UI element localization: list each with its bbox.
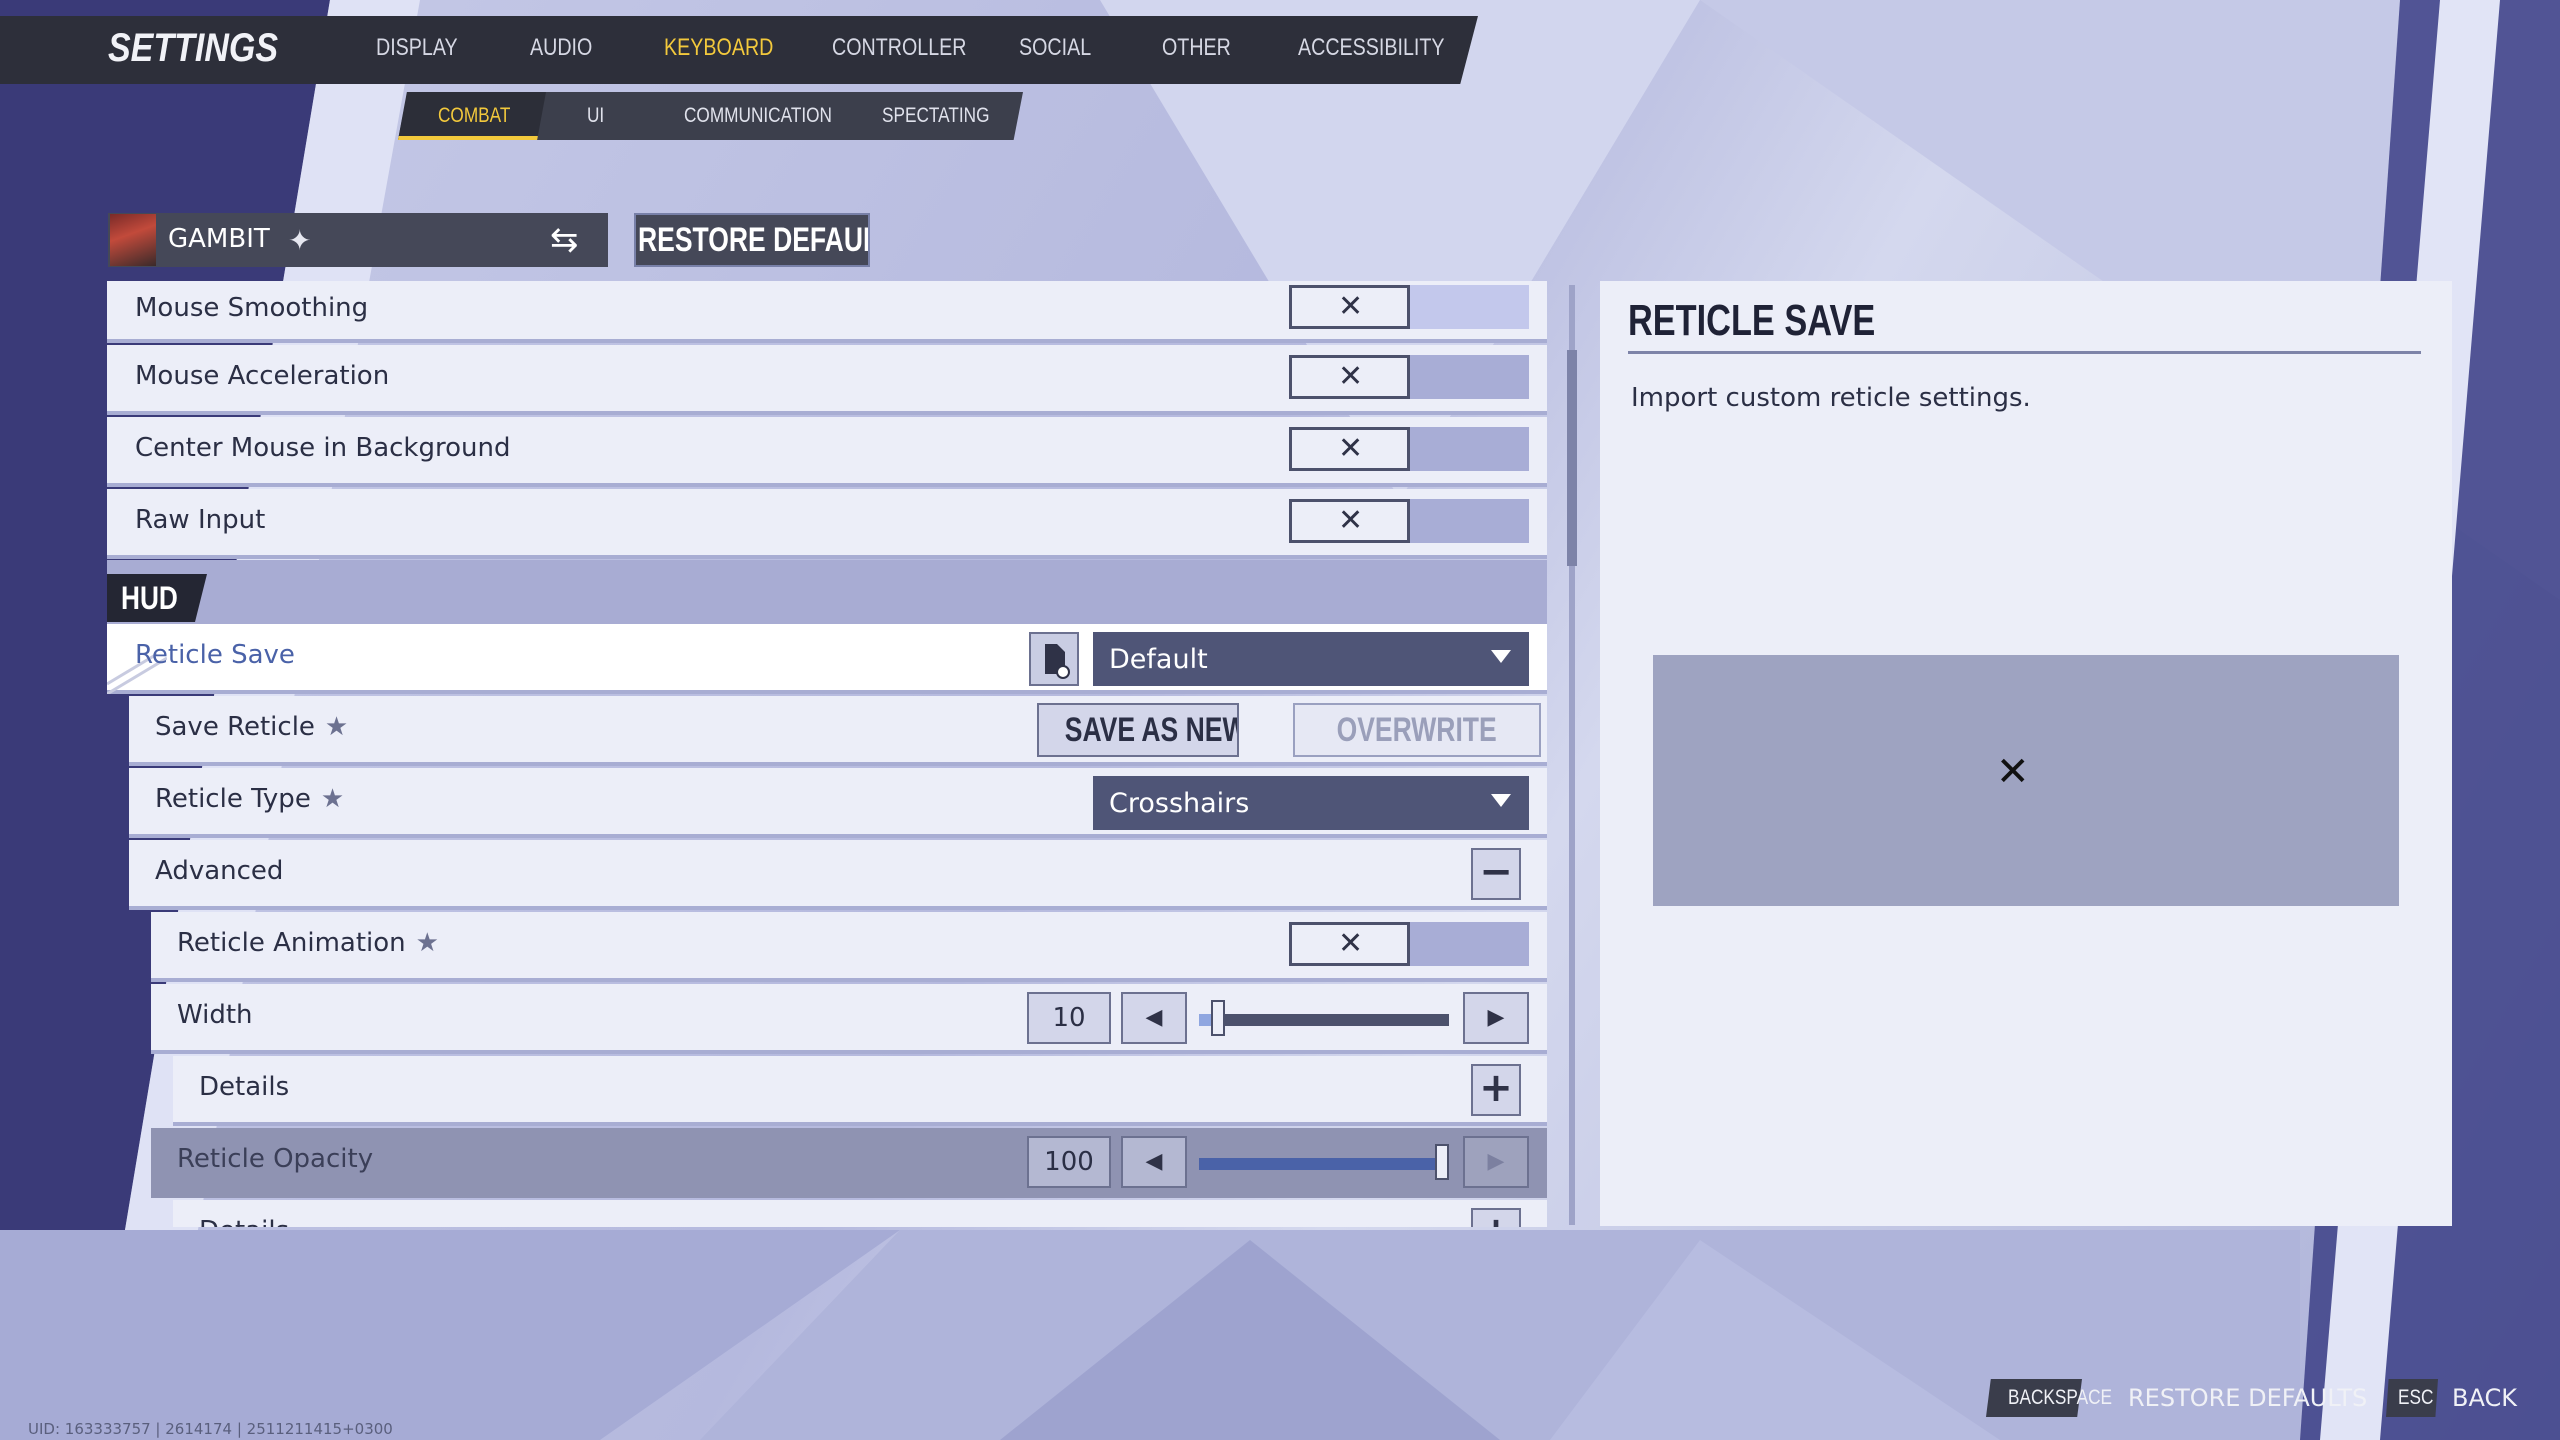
close-x-icon: ✕	[1338, 926, 1364, 961]
tab-audio[interactable]: AUDIO	[530, 34, 592, 62]
overwrite-button[interactable]: OVERWRITE	[1293, 703, 1541, 757]
decrease-button[interactable]: ◀	[1121, 992, 1187, 1044]
subtab-ui[interactable]: UI	[587, 104, 604, 128]
close-x-icon: ✕	[1338, 289, 1364, 324]
setting-label: Reticle Save	[135, 640, 295, 670]
reticle-type-dropdown[interactable]: Crosshairs	[1093, 776, 1529, 830]
setting-save-reticle: Save Reticle ★ SAVE AS NEW OVERWRITE	[129, 696, 1547, 766]
star-icon: ★	[415, 928, 439, 958]
swap-arrows-icon[interactable]: ⇆	[550, 220, 579, 260]
toggle-track	[1408, 922, 1529, 966]
setting-center-mouse: Center Mouse in Background ✕	[107, 417, 1547, 487]
setting-raw-input: Raw Input ✕	[107, 489, 1547, 559]
setting-label: Details	[199, 1072, 290, 1102]
reticle-save-dropdown[interactable]: Default	[1093, 632, 1529, 686]
setting-reticle-animation: Reticle Animation ★ ✕	[151, 912, 1547, 982]
slider-thumb[interactable]	[1210, 1000, 1225, 1036]
section-title: HUD	[121, 580, 178, 616]
setting-label: Mouse Acceleration	[135, 361, 390, 391]
expand-button[interactable]: +	[1471, 1208, 1521, 1227]
toggle-track	[1408, 355, 1529, 399]
setting-reticle-save: Reticle Save Default	[107, 624, 1547, 694]
mouse-acceleration-toggle[interactable]: ✕	[1289, 355, 1410, 399]
info-panel-title: RETICLE SAVE	[1628, 296, 1876, 345]
width-slider[interactable]	[1199, 1014, 1449, 1026]
scrollbar-thumb[interactable]	[1567, 350, 1577, 566]
toggle-track	[1408, 499, 1529, 543]
tab-keyboard[interactable]: KEYBOARD	[664, 34, 773, 62]
center-mouse-toggle[interactable]: ✕	[1289, 427, 1410, 471]
close-x-icon: ✕	[1338, 431, 1364, 466]
setting-label: Center Mouse in Background	[135, 433, 511, 463]
setting-details-2: Details +	[173, 1200, 1547, 1227]
setting-label: Raw Input	[135, 505, 266, 535]
uid-text: UID: 163333757 | 2614174 | 2511211415+03…	[28, 1420, 393, 1438]
tab-display[interactable]: DISPLAY	[376, 34, 458, 62]
setting-width: Width 10 ◀ ▶	[151, 984, 1547, 1054]
setting-label: Reticle Opacity	[177, 1144, 374, 1174]
subtab-communication[interactable]: COMMUNICATION	[684, 104, 832, 128]
save-as-new-button[interactable]: SAVE AS NEW	[1037, 703, 1239, 757]
crosshair-icon: ✕	[1996, 749, 2030, 795]
setting-mouse-smoothing: Mouse Smoothing ✕	[107, 281, 1547, 343]
info-panel-description: Import custom reticle settings.	[1631, 383, 2031, 413]
caret-down-icon	[1491, 650, 1511, 663]
setting-label: Width	[177, 1000, 253, 1030]
setting-label: Reticle Type ★	[155, 784, 345, 814]
setting-advanced: Advanced −	[129, 840, 1547, 910]
tab-controller[interactable]: CONTROLLER	[832, 34, 967, 62]
setting-label: Save Reticle ★	[155, 712, 349, 742]
setting-label: Reticle Animation ★	[177, 928, 439, 958]
width-value[interactable]: 10	[1027, 992, 1111, 1044]
key-label-backspace: BACKSPACE	[2008, 1386, 2112, 1409]
footer-back[interactable]: BACK	[2452, 1384, 2517, 1412]
subtab-combat[interactable]: COMBAT	[438, 104, 510, 128]
close-x-icon: ✕	[1338, 359, 1364, 394]
increase-button[interactable]: ▶	[1463, 992, 1529, 1044]
setting-label: Details	[199, 1216, 289, 1227]
dropdown-value: Crosshairs	[1109, 788, 1250, 819]
reticle-animation-toggle[interactable]: ✕	[1289, 922, 1410, 966]
opacity-slider[interactable]	[1199, 1158, 1449, 1170]
toggle-track	[1408, 285, 1529, 329]
mouse-smoothing-toggle[interactable]: ✕	[1289, 285, 1410, 329]
decrease-button[interactable]: ◀	[1121, 1136, 1187, 1188]
slider-fill	[1199, 1014, 1212, 1026]
opacity-value[interactable]: 100	[1027, 1136, 1111, 1188]
section-header-hud: HUD	[107, 560, 1547, 624]
hero-name: GAMBIT	[168, 224, 270, 254]
setting-label: Mouse Smoothing	[135, 293, 369, 323]
expand-button[interactable]: +	[1471, 1064, 1521, 1116]
increase-button[interactable]: ▶	[1463, 1136, 1529, 1188]
page-title: SETTINGS	[108, 26, 279, 70]
file-import-icon[interactable]	[1029, 632, 1079, 686]
slider-fill	[1199, 1158, 1449, 1170]
tab-social[interactable]: SOCIAL	[1019, 34, 1091, 62]
tab-accessibility[interactable]: ACCESSIBILITY	[1298, 34, 1445, 62]
tab-other[interactable]: OTHER	[1162, 34, 1231, 62]
raw-input-toggle[interactable]: ✕	[1289, 499, 1410, 543]
hero-portrait	[110, 214, 156, 266]
close-x-icon: ✕	[1338, 503, 1364, 538]
diamond-icon: ✦	[288, 224, 312, 257]
divider	[1628, 351, 2421, 354]
setting-label: Advanced	[155, 856, 284, 886]
subtab-spectating[interactable]: SPECTATING	[882, 104, 989, 128]
footer-restore-defaults[interactable]: RESTORE DEFAULTS	[2128, 1384, 2367, 1412]
slider-thumb[interactable]	[1435, 1144, 1449, 1180]
star-icon: ★	[320, 784, 345, 814]
setting-reticle-opacity: Reticle Opacity 100 ◀ ▶	[151, 1128, 1547, 1198]
dropdown-value: Default	[1109, 644, 1208, 675]
toggle-track	[1408, 427, 1529, 471]
setting-details: Details +	[173, 1056, 1547, 1126]
key-label-esc: ESC	[2398, 1386, 2434, 1409]
restore-defaults-button[interactable]: RESTORE DEFAULTS	[634, 213, 870, 267]
settings-list: Mouse Smoothing ✕ Mouse Acceleration ✕ C…	[107, 281, 1547, 1227]
star-icon: ★	[324, 712, 349, 742]
collapse-button[interactable]: −	[1471, 848, 1521, 900]
caret-down-icon	[1491, 794, 1511, 807]
setting-reticle-type: Reticle Type ★ Crosshairs	[129, 768, 1547, 838]
setting-mouse-acceleration: Mouse Acceleration ✕	[107, 345, 1547, 415]
